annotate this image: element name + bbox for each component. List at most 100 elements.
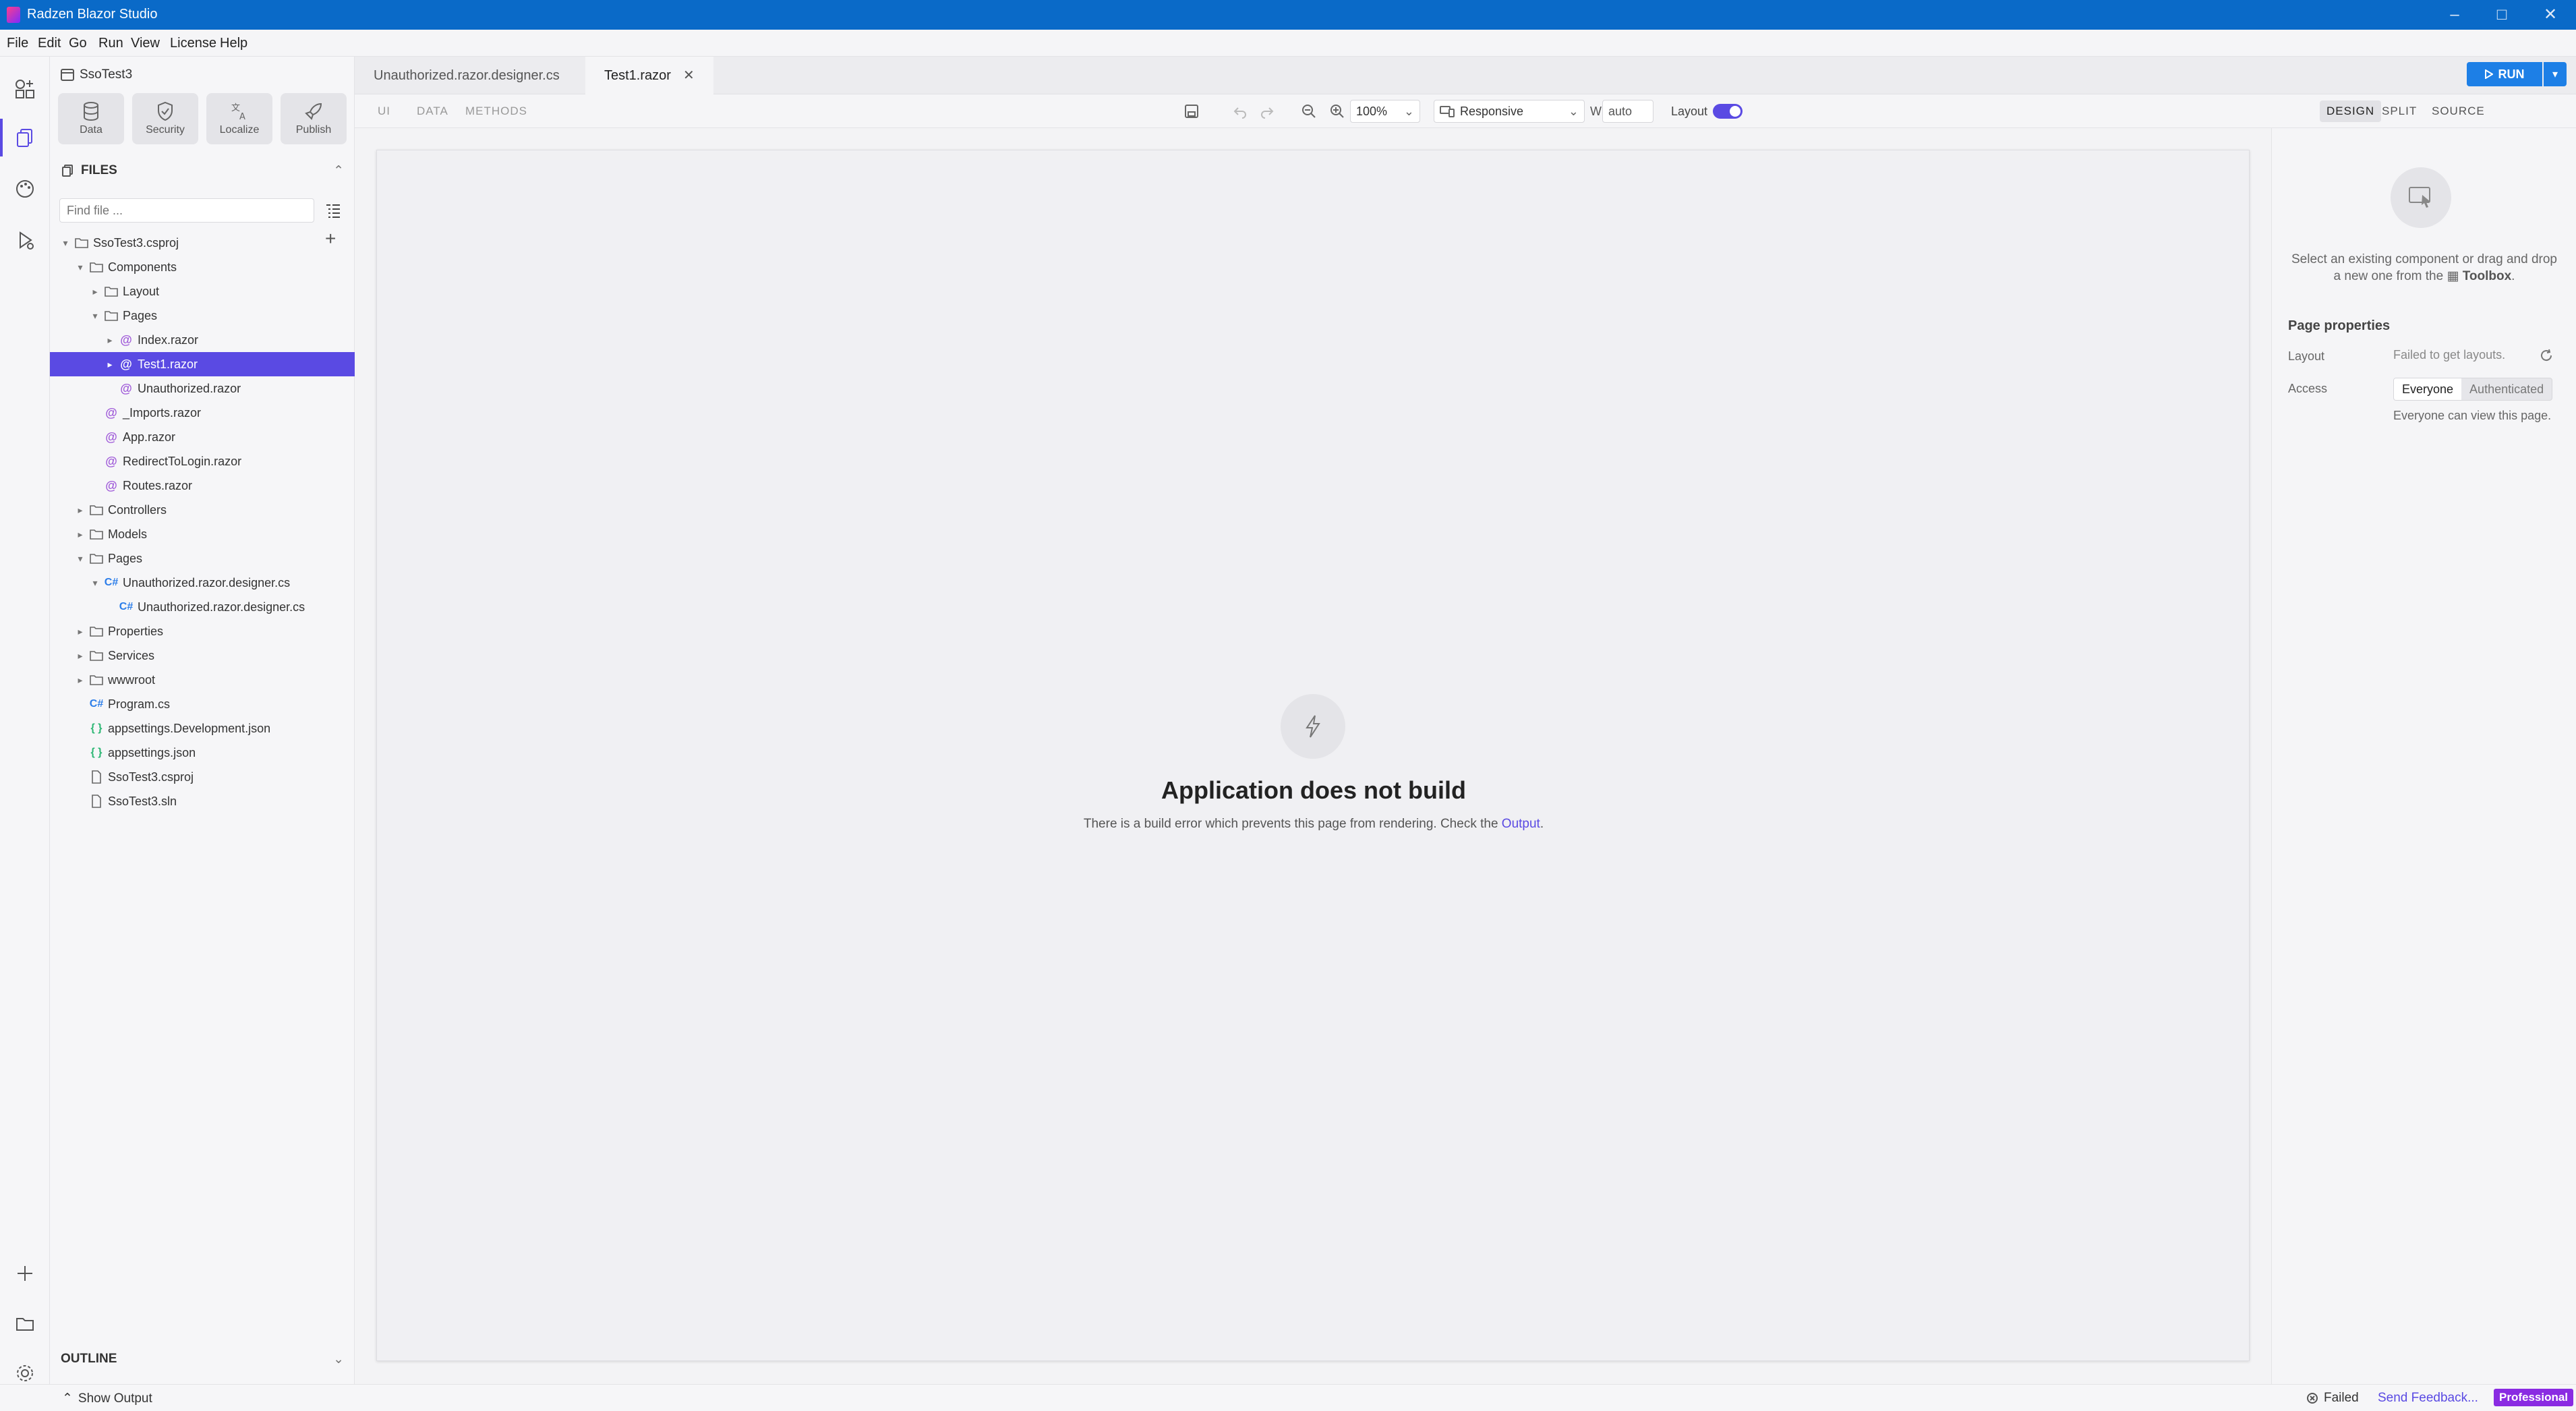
files-section-header[interactable]: FILES ⌃ (61, 163, 344, 178)
chevron-right-icon[interactable]: ▸ (104, 359, 116, 370)
tree-item-label: Models (108, 527, 148, 541)
zoom-in-icon[interactable] (1328, 103, 1346, 120)
files-icon[interactable] (11, 124, 38, 151)
chevron-right-icon[interactable]: ▸ (104, 335, 116, 346)
tree-item[interactable]: C# Unauthorized.razor.designer.cs (50, 595, 355, 619)
chevron-right-icon[interactable]: ▸ (74, 650, 86, 662)
chevron-right-icon[interactable]: ▸ (74, 529, 86, 540)
csharp-icon: C# (89, 698, 104, 710)
tree-item[interactable]: ▾ Components (50, 255, 355, 279)
tab-methods[interactable]: METHODS (465, 105, 527, 118)
view-mode-split[interactable]: SPLIT (2375, 100, 2424, 122)
chevron-right-icon[interactable]: ▸ (74, 505, 86, 516)
chevron-down-icon[interactable]: ⌄ (333, 1352, 344, 1367)
chevron-up-icon[interactable]: ⌃ (333, 163, 344, 179)
theme-icon[interactable] (11, 175, 38, 202)
menu-help[interactable]: Help (220, 36, 247, 51)
tree-item[interactable]: C# Program.cs (50, 692, 355, 716)
width-label: W (1590, 105, 1602, 118)
access-authenticated-option[interactable]: Authenticated (2461, 378, 2552, 400)
zoom-select[interactable]: 100% ⌄ (1350, 100, 1420, 123)
menu-license[interactable]: License (170, 36, 216, 51)
tree-item[interactable]: ▸ Controllers (50, 498, 355, 522)
maximize-icon[interactable]: □ (2482, 3, 2522, 27)
publish-button[interactable]: Publish (281, 93, 347, 144)
toolbox-link[interactable]: Toolbox (2463, 269, 2511, 283)
tree-item[interactable]: @ _Imports.razor (50, 401, 355, 425)
tree-item[interactable]: ▾ Pages (50, 304, 355, 328)
tree-item[interactable]: @ App.razor (50, 425, 355, 449)
tree-item[interactable]: @ Routes.razor (50, 473, 355, 498)
tab-ui[interactable]: UI (378, 105, 390, 118)
close-tab-icon[interactable]: ✕ (683, 68, 695, 83)
view-mode-design[interactable]: DESIGN (2320, 100, 2382, 122)
tab-test1-razor[interactable]: Test1.razor ✕ (585, 57, 713, 94)
settings-gear-icon[interactable] (11, 1360, 38, 1387)
data-button[interactable]: Data (58, 93, 124, 144)
tree-item[interactable]: ▸ @ Index.razor (50, 328, 355, 352)
output-link[interactable]: Output (1502, 817, 1540, 831)
width-input[interactable]: auto (1602, 100, 1653, 123)
tree-item-label: Test1.razor (138, 357, 198, 371)
tree-item[interactable]: ▾ C# Unauthorized.razor.designer.cs (50, 571, 355, 595)
layout-toggle[interactable] (1713, 104, 1743, 119)
send-feedback-link[interactable]: Send Feedback... (2378, 1391, 2478, 1406)
tree-item[interactable]: ▸ Layout (50, 279, 355, 304)
chevron-down-icon[interactable]: ▾ (89, 577, 101, 589)
tree-item[interactable]: SsoTest3.csproj (50, 765, 355, 789)
open-folder-icon[interactable] (11, 1310, 38, 1337)
tab-data[interactable]: DATA (417, 105, 448, 118)
run-button[interactable]: RUN (2467, 62, 2542, 86)
components-icon[interactable] (11, 76, 38, 103)
add-icon[interactable] (11, 1260, 38, 1287)
menu-go[interactable]: Go (69, 36, 87, 51)
chevron-down-icon[interactable]: ▾ (89, 310, 101, 322)
tree-item[interactable]: ▸ Services (50, 643, 355, 668)
redo-icon[interactable] (1258, 103, 1276, 120)
refresh-icon[interactable] (2539, 348, 2554, 366)
show-output-button[interactable]: ⌃ Show Output (62, 1391, 152, 1406)
save-icon[interactable] (1183, 103, 1200, 120)
localize-button[interactable]: 文A Localize (206, 93, 272, 144)
tree-item-selected[interactable]: ▸ @ Test1.razor (50, 352, 355, 376)
find-file-input[interactable] (59, 198, 314, 223)
folder-icon (74, 235, 89, 250)
outline-section-header[interactable]: OUTLINE ⌄ (61, 1352, 344, 1366)
tree-item[interactable]: @ Unauthorized.razor (50, 376, 355, 401)
tree-item[interactable]: ▸ Properties (50, 619, 355, 643)
chevron-right-icon[interactable]: ▸ (74, 626, 86, 637)
tree-item[interactable]: { } appsettings.json (50, 741, 355, 765)
build-status[interactable]: Failed (2306, 1391, 2359, 1406)
undo-icon[interactable] (1231, 103, 1249, 120)
zoom-out-icon[interactable] (1300, 103, 1318, 120)
tab-unauthorized-designer[interactable]: Unauthorized.razor.designer.cs (355, 57, 579, 94)
security-button[interactable]: Security (132, 93, 198, 144)
tree-item[interactable]: ▾ SsoTest3.csproj (50, 231, 355, 255)
chevron-down-icon[interactable]: ▾ (59, 237, 71, 249)
tree-item[interactable]: { } appsettings.Development.json (50, 716, 355, 741)
tree-item[interactable]: ▸ Models (50, 522, 355, 546)
view-mode-source[interactable]: SOURCE (2425, 100, 2492, 122)
menu-edit[interactable]: Edit (38, 36, 61, 51)
chevron-down-icon[interactable]: ▾ (74, 553, 86, 565)
device-select[interactable]: Responsive ⌄ (1434, 100, 1585, 123)
menu-file[interactable]: File (7, 36, 28, 51)
chevron-down-icon[interactable]: ▾ (74, 262, 86, 273)
close-window-icon[interactable]: ✕ (2530, 3, 2571, 27)
run-options-chevron-icon[interactable]: ▾ (2544, 62, 2567, 86)
run-debug-icon[interactable] (11, 227, 38, 254)
minimize-icon[interactable]: – (2434, 3, 2475, 27)
chevron-right-icon[interactable]: ▸ (89, 286, 101, 297)
design-canvas[interactable]: Application does not build There is a bu… (376, 150, 2250, 1361)
build-error-suffix: . (1540, 817, 1544, 831)
folder-icon (104, 308, 119, 323)
tree-item[interactable]: ▾ Pages (50, 546, 355, 571)
access-everyone-option[interactable]: Everyone (2394, 378, 2462, 400)
tree-filter-icon[interactable] (322, 200, 344, 221)
chevron-right-icon[interactable]: ▸ (74, 674, 86, 686)
menu-view[interactable]: View (131, 36, 160, 51)
tree-item[interactable]: SsoTest3.sln (50, 789, 355, 813)
tree-item[interactable]: ▸ wwwroot (50, 668, 355, 692)
menu-run[interactable]: Run (98, 36, 123, 51)
tree-item[interactable]: @ RedirectToLogin.razor (50, 449, 355, 473)
